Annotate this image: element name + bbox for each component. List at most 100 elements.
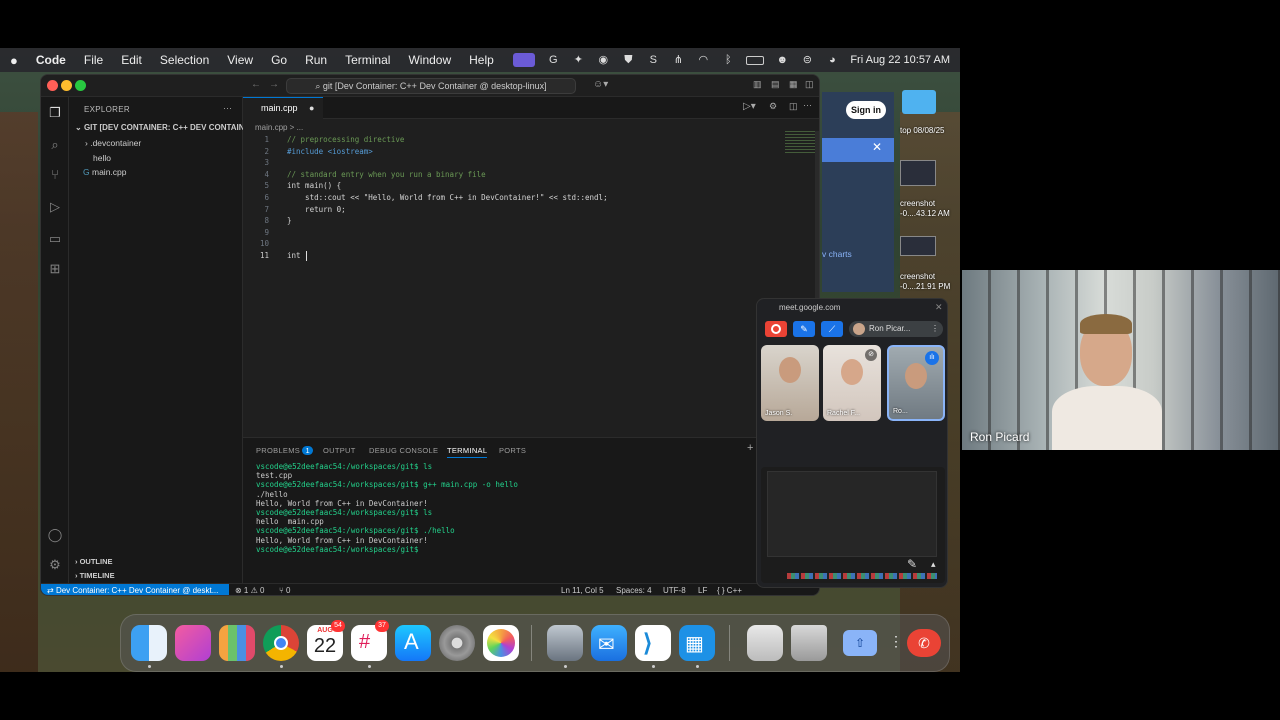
run-file-icon[interactable]: ▷▾ (743, 101, 756, 112)
trash-icon[interactable] (791, 625, 827, 661)
apple-icon[interactable]: ● (10, 53, 18, 68)
menu-app-name[interactable]: Code (36, 53, 66, 67)
status-errors[interactable]: ⊗ 1 ⚠ 0 (235, 586, 264, 595)
shield-icon[interactable]: ⛊ (621, 54, 635, 66)
vscode-icon[interactable]: ⟩ (635, 625, 671, 661)
system-settings-icon[interactable] (439, 625, 475, 661)
timeline-section[interactable]: › TIMELINE (75, 571, 115, 580)
end-call-button[interactable]: ✆ (907, 629, 941, 657)
battery-icon[interactable] (746, 55, 765, 65)
menu-go[interactable]: Go (271, 53, 287, 67)
split-editor-icon[interactable]: ◫ (789, 101, 798, 112)
menu-edit[interactable]: Edit (121, 53, 142, 67)
calendar-icon[interactable]: AUG 22 54 (307, 620, 345, 661)
remote-indicator[interactable]: ⇄ Dev Container: C++ Dev Container @ des… (41, 584, 229, 595)
code-line[interactable]: std::cout << "Hello, World from C++ in D… (287, 193, 608, 202)
participant-tile-2[interactable]: ⊘ Rachel F... (823, 345, 881, 421)
docker-icon[interactable]: ▦ (679, 625, 715, 661)
search-view-icon[interactable]: ⌕ (47, 137, 63, 153)
code-line[interactable]: } (287, 216, 292, 225)
maximize-window-button[interactable] (75, 80, 86, 91)
tab-terminal[interactable]: TERMINAL (447, 446, 488, 458)
menu-file[interactable]: File (84, 53, 103, 67)
participant-tile-3[interactable]: ılı Ro... (887, 345, 945, 421)
account-icon[interactable]: ◯ (47, 527, 63, 543)
tab-main-cpp[interactable]: main.cpp ● (243, 97, 323, 119)
tree-item-main-cpp[interactable]: G main.cpp (83, 167, 127, 177)
editor-settings-icon[interactable]: ⚙ (769, 101, 777, 112)
status-position[interactable]: Ln 11, Col 5 (561, 586, 604, 595)
tab-ports[interactable]: PORTS (499, 446, 526, 455)
status-spaces[interactable]: Spaces: 4 (616, 586, 652, 595)
status-ports[interactable]: ⑂ 0 (279, 586, 290, 595)
forward-arrow-icon[interactable]: → (269, 79, 279, 90)
layout-sidebar-icon[interactable]: ▥ (753, 79, 762, 90)
signin-button[interactable]: Sign in (846, 101, 886, 119)
command-center-search[interactable]: ⌕ git [Dev Container: C++ Dev Container … (286, 78, 576, 94)
layout-secondary-icon[interactable]: ▦ (789, 79, 798, 90)
host-chip[interactable]: Ron Picar... ⋮ (849, 321, 943, 337)
code-line[interactable]: int (287, 251, 305, 260)
chrome-icon[interactable] (263, 625, 299, 661)
code-line[interactable]: // preprocessing directive (287, 135, 404, 144)
bird-icon[interactable]: ✦ (571, 54, 585, 66)
tree-item-devcontainer[interactable]: › .devcontainer (85, 138, 141, 148)
tab-problems[interactable]: PROBLEMS 1 (256, 446, 313, 455)
downloads-stack-icon[interactable] (747, 625, 783, 661)
fork-icon[interactable]: ⋔ (671, 54, 685, 66)
pip-expand-icon[interactable]: ▴ (931, 559, 936, 570)
s-icon[interactable]: S (646, 54, 660, 66)
minimize-window-button[interactable] (61, 80, 72, 91)
status-encoding[interactable]: UTF-8 (663, 586, 686, 595)
slack-icon[interactable]: # 37 (351, 620, 389, 661)
breadcrumb[interactable]: main.cpp > ... (255, 123, 303, 132)
code-line[interactable]: int main() { (287, 181, 341, 190)
participant-tile-1[interactable]: Jason S. (761, 345, 819, 421)
circle-icon[interactable]: ◉ (596, 54, 610, 66)
menu-terminal[interactable]: Terminal (345, 53, 390, 67)
siri-icon[interactable]: ◕ (825, 54, 839, 66)
screenshot-thumbnail-2[interactable] (900, 236, 936, 256)
status-language[interactable]: { } C++ (717, 586, 742, 595)
screen-share-preview[interactable]: ✎ ▴ (761, 467, 945, 583)
editor-more-icon[interactable]: ··· (803, 100, 812, 110)
code-line[interactable]: // standard entry when you run a binary … (287, 170, 486, 179)
customize-layout-icon[interactable]: ◫ (805, 79, 814, 90)
remote-explorer-icon[interactable]: ▭ (47, 231, 63, 247)
wifi-icon[interactable]: ◠ (696, 54, 710, 66)
run-debug-icon[interactable]: ▷ (47, 199, 63, 215)
pip-edit-icon[interactable]: ✎ (907, 557, 917, 571)
unsaved-dot-icon[interactable]: ● (309, 98, 314, 118)
workspace-folder[interactable]: ⌄ GIT [DEV CONTAINER: C++ DEV CONTAIN... (75, 123, 251, 132)
screen-share-icon[interactable] (513, 53, 536, 67)
copilot-icon[interactable]: ☺▾ (593, 79, 608, 90)
more-vert-icon[interactable]: ⋮ (931, 321, 939, 337)
finder-icon[interactable] (131, 625, 167, 661)
status-eol[interactable]: LF (698, 586, 707, 595)
new-terminal-icon[interactable]: + (747, 442, 753, 454)
tree-item-hello[interactable]: hello (93, 153, 111, 163)
menu-view[interactable]: View (227, 53, 253, 67)
close-window-button[interactable] (47, 80, 58, 91)
code-line[interactable]: return 0; (287, 205, 346, 214)
menu-selection[interactable]: Selection (160, 53, 209, 67)
extensions-icon[interactable]: ⊞ (47, 261, 63, 277)
meet-more-icon[interactable]: ⋮ (889, 633, 903, 650)
explorer-icon[interactable]: ❐ (47, 105, 63, 121)
menu-run[interactable]: Run (305, 53, 327, 67)
code-line[interactable]: #include <iostream> (287, 147, 373, 156)
tab-debug-console[interactable]: DEBUG CONSOLE (369, 446, 438, 455)
source-control-icon[interactable]: ⑂ (47, 167, 63, 183)
photos-icon[interactable] (483, 625, 519, 661)
charts-link[interactable]: v charts (822, 249, 852, 259)
launchpad-icon[interactable] (219, 625, 255, 661)
g-icon[interactable]: G (546, 54, 560, 66)
minimap[interactable] (785, 131, 815, 153)
effects-button[interactable]: ⟋ (821, 321, 843, 337)
outline-section[interactable]: › OUTLINE (75, 557, 113, 566)
meet-close-icon[interactable]: ✕ (935, 302, 943, 313)
preview-icon[interactable] (547, 625, 583, 661)
settings-gear-icon[interactable]: ⚙ (47, 557, 63, 573)
back-arrow-icon[interactable]: ← (251, 79, 261, 90)
explorer-more-icon[interactable]: ··· (223, 103, 232, 113)
